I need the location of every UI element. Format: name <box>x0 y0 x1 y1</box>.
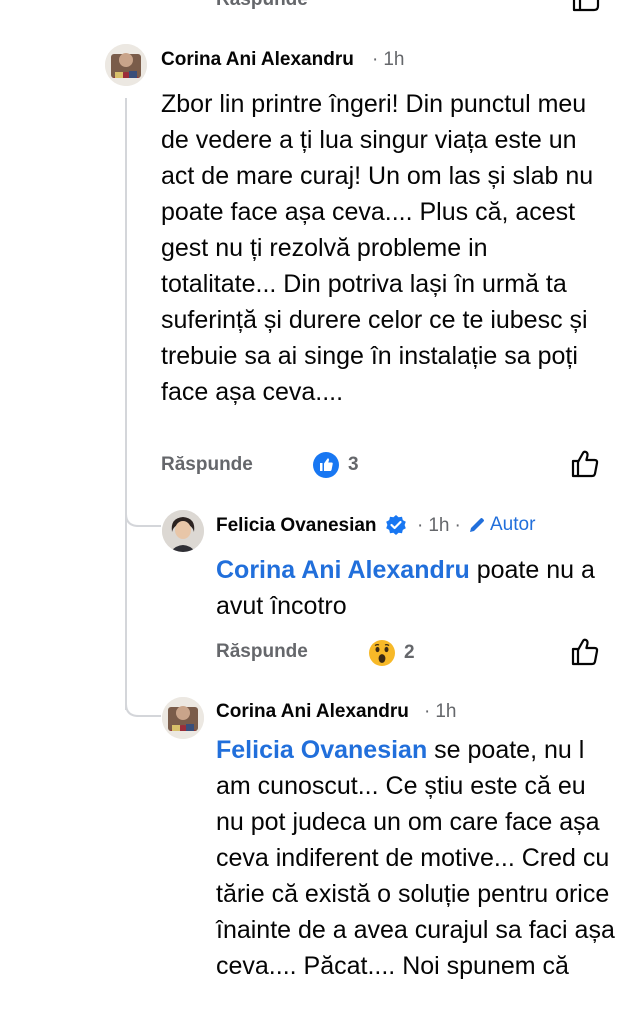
reply-text: Felicia Ovanesian se poate, nu l am cuno… <box>216 736 615 980</box>
thread-branch-2 <box>125 690 161 717</box>
like-icon[interactable] <box>569 636 601 668</box>
mention-link[interactable]: Corina Ani Alexandru <box>216 556 470 584</box>
reply-meta: · 1h · <box>417 515 461 536</box>
reaction-count: 2 <box>404 642 415 663</box>
like-reaction-icon <box>313 452 339 478</box>
comment-text: Zbor lin printre îngeri! Din punctul meu… <box>161 90 594 406</box>
reaction-summary[interactable]: 2 <box>368 638 415 668</box>
thread-branch-1 <box>125 500 161 527</box>
previous-reply-link[interactable]: Răspunde <box>216 0 308 11</box>
like-icon[interactable] <box>569 448 601 480</box>
reply-text: Corina Ani Alexandru poate nu a avut înc… <box>216 556 595 620</box>
reply-button[interactable]: Răspunde <box>216 641 308 663</box>
avatar[interactable] <box>162 510 204 552</box>
reply-time[interactable]: 1h <box>428 515 449 536</box>
reply-button[interactable]: Răspunde <box>161 454 253 476</box>
reaction-count: 3 <box>348 454 359 475</box>
pencil-icon <box>470 518 484 532</box>
reply-author[interactable]: Felicia Ovanesian <box>216 515 377 537</box>
reply-time[interactable]: 1h <box>435 701 456 722</box>
thread-line <box>125 98 127 710</box>
avatar[interactable] <box>162 697 204 739</box>
mention-link[interactable]: Felicia Ovanesian <box>216 736 427 764</box>
reply-author[interactable]: Corina Ani Alexandru <box>216 701 409 723</box>
wow-reaction-icon <box>369 640 395 666</box>
verified-badge-icon <box>386 515 406 535</box>
comment-time[interactable]: 1h <box>383 49 404 70</box>
reaction-summary[interactable]: 3 <box>312 450 359 480</box>
comment-meta: · 1h <box>372 49 405 70</box>
comment-author[interactable]: Corina Ani Alexandru <box>161 49 354 71</box>
avatar[interactable] <box>105 44 147 86</box>
previous-like-icon[interactable] <box>570 0 602 16</box>
author-badge: Autor <box>467 514 535 536</box>
reply-meta: · 1h <box>424 701 457 722</box>
